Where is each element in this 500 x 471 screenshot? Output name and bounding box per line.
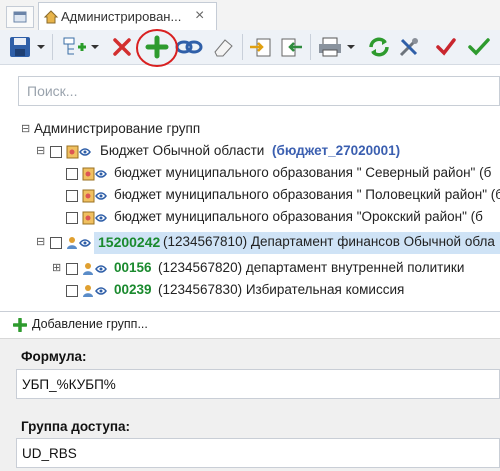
window-icon — [13, 11, 27, 23]
collapse-icon[interactable]: ⊟ — [36, 235, 45, 248]
node-label: бюджет муниципального образования " Поло… — [114, 187, 500, 202]
node-label: бюджет муниципального образования "Орокс… — [114, 209, 483, 224]
tree-node-department[interactable]: ⊟ 15200242 (1234567810) Департамент фина… — [0, 232, 500, 254]
node-label: (1234567830) Избирательная комиссия — [158, 282, 405, 297]
search-box[interactable] — [18, 76, 500, 106]
highlight-circle — [136, 29, 178, 67]
node-code: 00156 — [114, 260, 152, 275]
eraser-icon[interactable] — [210, 35, 236, 59]
users-icon — [83, 285, 107, 297]
node-code: 00239 — [114, 282, 152, 297]
toolbar — [0, 29, 500, 67]
checkbox[interactable] — [66, 285, 78, 297]
tree-root[interactable]: ⊟ Администрирование групп — [0, 119, 500, 141]
chevron-down-icon[interactable] — [36, 35, 46, 59]
group-input[interactable] — [17, 439, 500, 467]
collapse-icon[interactable]: ⊟ — [21, 122, 30, 135]
settings-icon[interactable] — [396, 35, 422, 59]
tree-node-municipal[interactable]: бюджет муниципального образования " Поло… — [0, 185, 500, 207]
tab-administration[interactable]: Администрирован... × — [38, 2, 217, 30]
tree-add-icon[interactable] — [60, 35, 88, 59]
formula-label: Формула: — [21, 349, 87, 364]
tree-node-department[interactable]: 00239 (1234567830) Избирательная комисси… — [0, 280, 500, 302]
check-icon[interactable] — [434, 35, 458, 59]
node-code: 15200242 — [98, 234, 161, 250]
formula-input[interactable] — [17, 370, 500, 398]
checkbox[interactable] — [66, 168, 78, 180]
users-icon — [67, 237, 91, 249]
formula-field[interactable] — [16, 369, 500, 399]
dialog-titlebar: Добавление групп... — [0, 312, 500, 339]
search-input[interactable] — [19, 77, 500, 105]
node-label: бюджет муниципального образования " Севе… — [114, 165, 492, 180]
check-all-icon[interactable] — [466, 35, 492, 59]
budget-icon — [82, 211, 107, 225]
chevron-down-icon[interactable] — [90, 35, 100, 59]
export-icon[interactable] — [248, 35, 274, 59]
group-tree: ⊟ Администрирование групп ⊟ Бюджет Обычн… — [0, 112, 500, 308]
users-icon — [83, 263, 107, 275]
checkbox[interactable] — [66, 190, 78, 202]
group-label: Группа доступа: — [21, 419, 131, 434]
window-menu-button[interactable] — [6, 6, 34, 28]
home-icon — [43, 10, 59, 24]
budget-icon — [82, 189, 107, 203]
budget-icon — [82, 167, 107, 181]
refresh-icon[interactable] — [366, 35, 392, 59]
tab-bar: Администрирован... × — [0, 0, 500, 31]
save-icon[interactable] — [8, 35, 34, 59]
checkbox[interactable] — [66, 263, 78, 275]
checkbox[interactable] — [66, 212, 78, 224]
checkbox[interactable] — [50, 146, 62, 158]
chevron-down-icon[interactable] — [346, 35, 356, 59]
tree-node-department[interactable]: ⊞ 00156 (1234567820) департамент внутрен… — [0, 258, 500, 280]
tree-node-municipal[interactable]: бюджет муниципального образования "Орокс… — [0, 207, 500, 229]
add-icon — [13, 318, 27, 332]
node-label: (1234567820) департамент внутренней поли… — [158, 260, 465, 275]
checkbox[interactable] — [50, 237, 62, 249]
budget-icon — [66, 145, 91, 159]
print-icon[interactable] — [316, 35, 344, 59]
node-label: (1234567810) Департамент финансов Обычно… — [163, 234, 495, 249]
tree-node-budget[interactable]: ⊟ Бюджет Обычной области (бюджет_2702000… — [0, 141, 500, 163]
add-groups-dialog: Добавление групп... Формула: Группа дост… — [0, 311, 500, 471]
node-label: Бюджет Обычной области — [100, 143, 265, 158]
tab-title: Администрирован... — [61, 9, 182, 24]
dialog-title: Добавление групп... — [32, 317, 148, 331]
node-code: (бюджет_27020001) — [272, 143, 401, 158]
collapse-icon[interactable]: ⊟ — [36, 144, 45, 157]
expand-icon[interactable]: ⊞ — [52, 261, 61, 274]
import-icon[interactable] — [278, 35, 304, 59]
delete-icon[interactable] — [110, 35, 134, 59]
group-field[interactable] — [16, 438, 500, 468]
tree-root-label: Администрирование групп — [34, 121, 201, 136]
tree-node-municipal[interactable]: бюджет муниципального образования " Севе… — [0, 163, 500, 185]
close-icon[interactable]: × — [195, 7, 204, 25]
